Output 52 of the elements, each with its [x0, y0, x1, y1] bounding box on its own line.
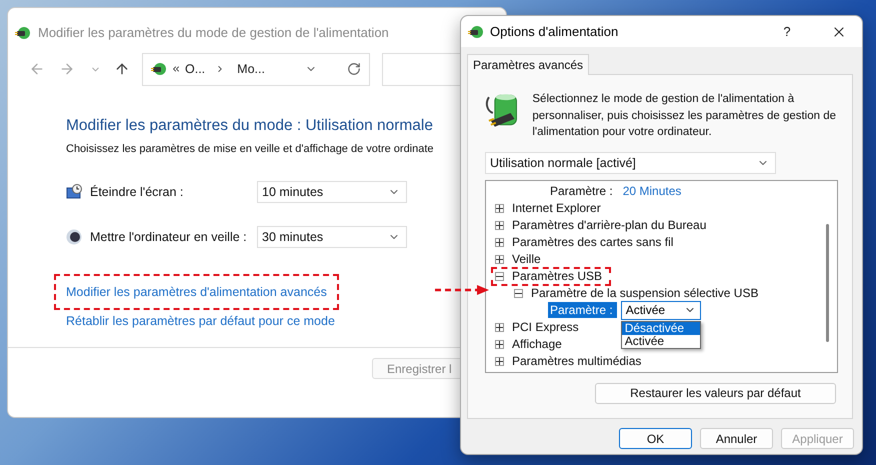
tree-item[interactable]: Paramètre de la suspension sélective USB — [530, 286, 760, 300]
tree-item[interactable]: PCI Express — [511, 320, 580, 334]
tree-item[interactable]: Internet Explorer — [511, 201, 602, 215]
address-bar[interactable]: O... Mo... — [142, 52, 370, 86]
breadcrumb[interactable]: O... — [185, 62, 206, 76]
tree-item[interactable]: Veille — [511, 252, 542, 266]
help-button[interactable]: ? — [764, 24, 810, 39]
dropdown-option[interactable]: Désactivée — [622, 322, 700, 334]
setting-label: Mettre l'ordinateur en veille : — [90, 230, 248, 244]
dropdown-option[interactable]: Activée — [622, 334, 700, 348]
expand-icon[interactable] — [495, 254, 504, 264]
restore-defaults-button[interactable]: Restaurer les valeurs par défaut — [595, 382, 836, 404]
chevrons-left-icon — [171, 64, 181, 74]
dialog-button[interactable]: Annuler — [700, 428, 773, 449]
setting-value[interactable]: 20 Minutes — [622, 184, 682, 198]
power-plug-icon — [468, 24, 484, 40]
collapse-icon[interactable] — [514, 288, 523, 298]
expand-icon[interactable] — [495, 204, 504, 212]
tree-item[interactable]: Paramètres d'arrière-plan du Bureau — [511, 218, 708, 232]
tree-item[interactable]: Paramètres USB — [511, 269, 604, 283]
page-heading: Modifier les paramètres du mode : Utilisation normale — [66, 117, 434, 135]
dialog-button[interactable]: OK — [619, 428, 692, 449]
settings-link[interactable]: Modifier les paramètres d'alimentation avancés — [66, 285, 327, 299]
collapse-icon[interactable] — [495, 272, 504, 280]
tab[interactable]: Paramètres avancés — [467, 54, 590, 75]
power-plug-icon — [151, 61, 167, 77]
expand-icon[interactable] — [495, 356, 504, 366]
expand-icon[interactable] — [495, 238, 504, 246]
intro-text: Sélectionnez le mode de gestion de l'alimentation à personnaliser, puis choisissez les paramètres de gestion de l'alimentation pour votre ordinateur. — [532, 92, 838, 140]
monitor-clock-icon — [66, 184, 83, 200]
plan-dropdown[interactable]: Utilisation normale [activé] — [485, 152, 776, 174]
window-title: Modifier les paramètres du mode de gestion de l'alimentation — [38, 25, 389, 40]
settings-link[interactable]: Rétablir les paramètres par défaut pour ce mode — [66, 314, 335, 328]
moon-icon — [66, 229, 82, 245]
minutes-dropdown[interactable]: 10 minutes — [257, 181, 407, 203]
expand-icon[interactable] — [495, 340, 504, 348]
expand-icon[interactable] — [495, 322, 504, 332]
breadcrumb[interactable]: Mo... — [237, 62, 265, 76]
power-plug-icon — [15, 24, 31, 40]
setting-label: Paramètre : — [549, 183, 614, 199]
description: Choisissez les paramètres de mise en veille et d'affichage de votre ordinate — [66, 143, 434, 155]
setting-label: Éteindre l'écran : — [90, 185, 184, 199]
expand-icon[interactable] — [495, 220, 504, 230]
dashed-arrow — [435, 284, 489, 296]
scrollbar-thumb[interactable] — [826, 224, 829, 342]
tree-item[interactable]: Paramètres multimédias — [511, 354, 642, 368]
setting-label: Paramètre : — [548, 302, 617, 318]
refresh-icon[interactable] — [347, 62, 361, 76]
dialog-title: Options d'alimentation — [490, 24, 618, 39]
tree-item[interactable]: Affichage — [511, 337, 563, 351]
minutes-dropdown[interactable]: 30 minutes — [257, 226, 407, 248]
tree-item[interactable]: Paramètres des cartes sans fil — [511, 235, 674, 249]
